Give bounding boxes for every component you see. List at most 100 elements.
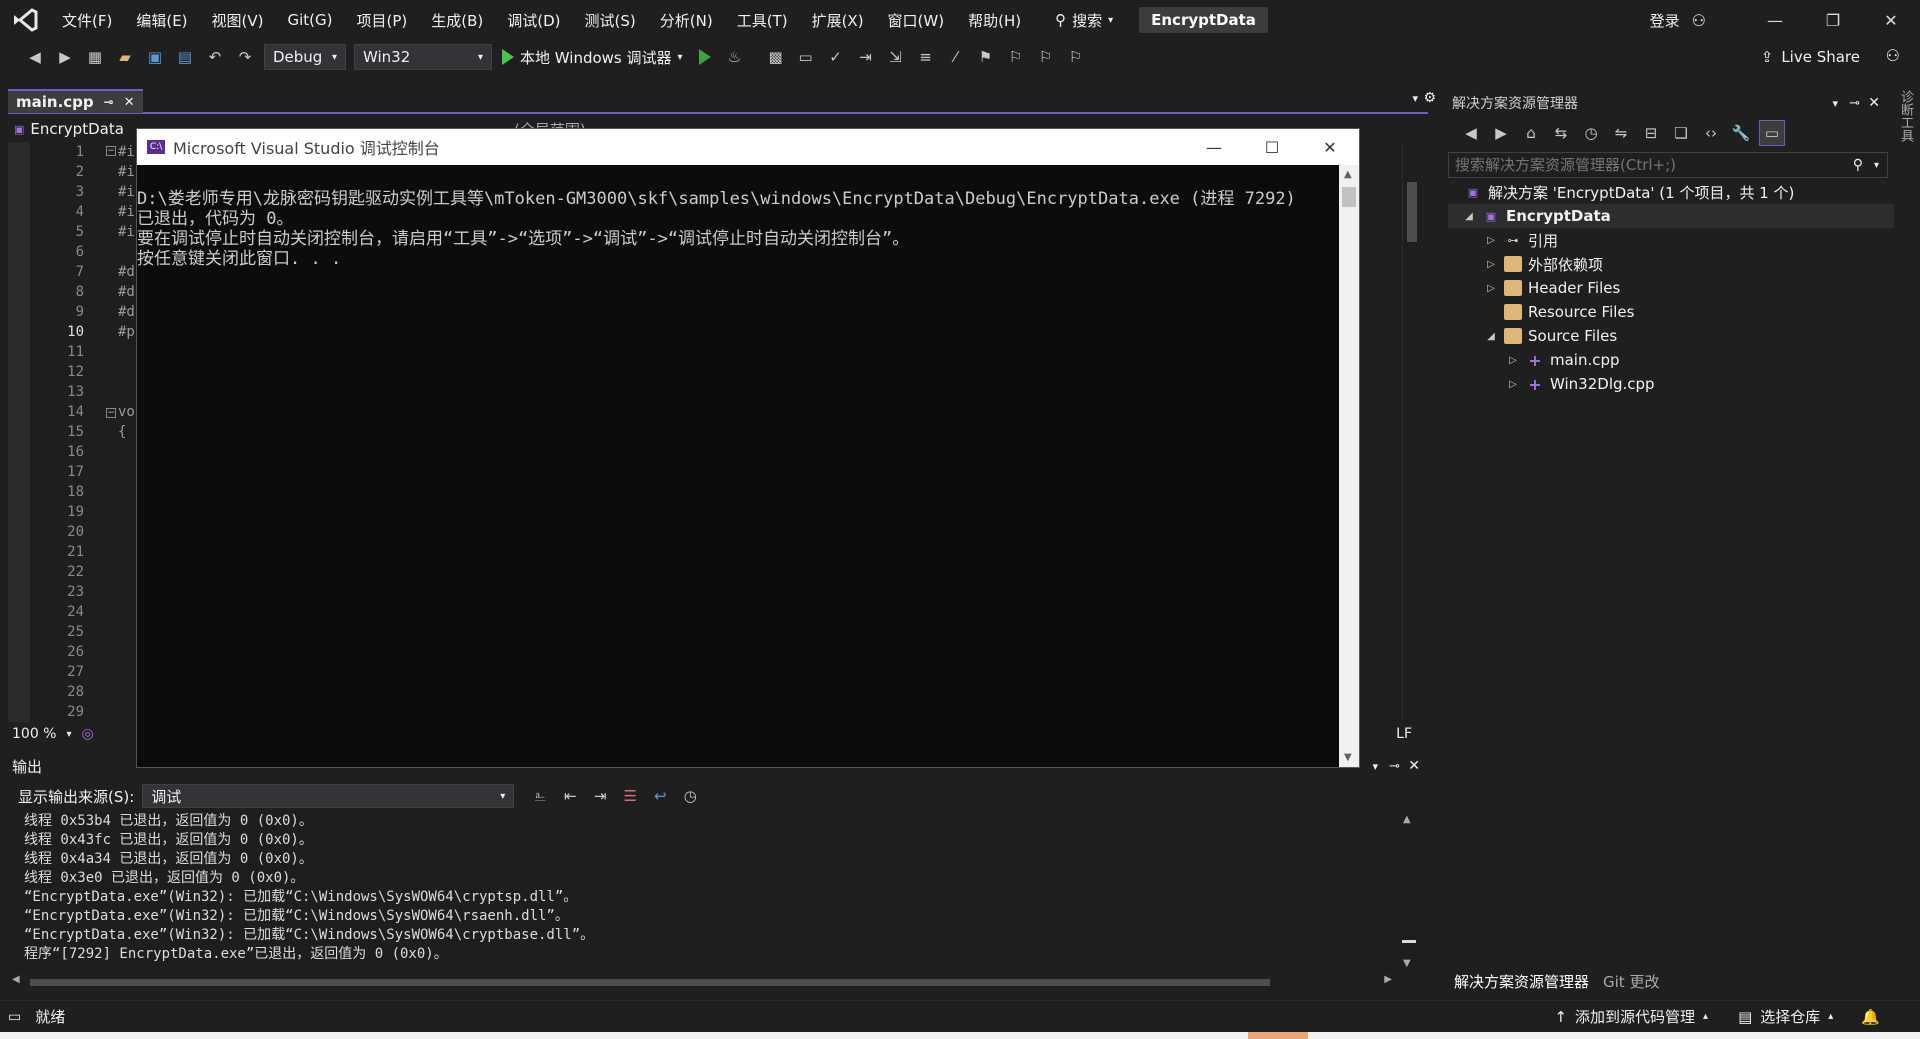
output-source-select[interactable]: 调试 ▾ <box>142 784 515 808</box>
tree-item-external-deps[interactable]: ▷ 外部依赖项 <box>1484 252 1603 276</box>
forward-icon[interactable]: ▶ <box>53 45 77 69</box>
forward-icon[interactable]: ▶ <box>1489 121 1513 145</box>
collapsed-caret-icon[interactable]: ▷ <box>1506 355 1520 366</box>
menu-item[interactable]: 工具(T) <box>725 10 800 31</box>
word-wrap-icon[interactable]: ↩ <box>648 784 672 808</box>
home-icon[interactable]: ⌂ <box>1519 121 1543 145</box>
next-message-icon[interactable]: ⇥ <box>588 784 612 808</box>
line-ending-indicator[interactable]: LF <box>1396 726 1412 742</box>
select-repo-button[interactable]: 选择仓库 <box>1760 1006 1820 1027</box>
close-icon[interactable]: ✕ <box>124 95 135 110</box>
feedback-icon[interactable]: ⚇ <box>1886 46 1900 65</box>
collapse-all-icon[interactable]: ⊟ <box>1639 121 1663 145</box>
tab-list-dropdown-icon[interactable]: ▾ <box>1412 92 1418 105</box>
prev-message-icon[interactable]: ⇤ <box>558 784 582 808</box>
clear-all-icon[interactable]: ☰ <box>618 784 642 808</box>
search-button[interactable]: ⚲ 搜索 ▾ <box>1043 10 1125 31</box>
tree-item-header-files[interactable]: ▷ Header Files <box>1484 276 1620 300</box>
bookmark-clear-icon[interactable]: ⚐ <box>1064 45 1088 69</box>
add-source-control-button[interactable]: 添加到源代码管理 <box>1575 1006 1695 1027</box>
console-minimize-button[interactable]: — <box>1185 129 1243 165</box>
debug-console-window[interactable]: C:\ Microsoft Visual Studio 调试控制台 — ☐ ✕ … <box>136 128 1360 768</box>
tree-item-solution[interactable]: ▣ 解决方案 'EncryptData' (1 个项目，共 1 个) <box>1464 180 1795 204</box>
solution-explorer-search[interactable]: ⚲ ▾ <box>1448 152 1888 178</box>
layout-icon[interactable]: ▭ <box>794 45 818 69</box>
search-icon[interactable]: ⚲ <box>1853 157 1863 173</box>
back-icon[interactable]: ◀ <box>1459 121 1483 145</box>
minimize-button[interactable]: — <box>1746 0 1804 40</box>
menu-item[interactable]: 窗口(W) <box>876 10 957 31</box>
console-maximize-button[interactable]: ☐ <box>1243 129 1301 165</box>
chevron-down-icon[interactable]: ▾ <box>1372 760 1378 773</box>
outline-collapse-icon[interactable]: − <box>106 408 116 418</box>
outline-collapse-icon[interactable]: − <box>106 146 116 156</box>
settings-icon[interactable]: ⚙ <box>1423 90 1436 106</box>
show-all-files-icon[interactable]: ❏ <box>1669 121 1693 145</box>
chevron-down-icon[interactable]: ▾ <box>1874 160 1879 171</box>
bell-icon[interactable]: 🔔 <box>1861 1008 1880 1026</box>
project-nav-select[interactable]: ▣ EncryptData <box>8 120 124 138</box>
menu-item[interactable]: 视图(V) <box>200 10 276 31</box>
sync-icon[interactable]: ⇋ <box>1609 121 1633 145</box>
new-project-icon[interactable]: ▦ <box>83 45 107 69</box>
platform-select[interactable]: Win32 ▾ <box>354 44 492 70</box>
live-share-button[interactable]: ⇪ Live Share <box>1761 40 1860 74</box>
menu-item[interactable]: 编辑(E) <box>124 10 199 31</box>
close-icon[interactable]: ✕ <box>1408 758 1420 774</box>
solution-explorer-icon[interactable]: ▩ <box>764 45 788 69</box>
collapsed-caret-icon[interactable]: ▷ <box>1484 283 1498 294</box>
close-button[interactable]: ✕ <box>1862 0 1920 40</box>
code-view-icon[interactable]: ‹› <box>1699 121 1723 145</box>
configuration-select[interactable]: Debug ▾ <box>264 44 346 70</box>
open-folder-icon[interactable]: ▰ <box>113 45 137 69</box>
bookmark-prev-icon[interactable]: ⚐ <box>1004 45 1028 69</box>
console-output[interactable]: D:\娄老师专用\龙脉密码钥匙驱动实例工具等\mToken-GM3000\skf… <box>137 165 1339 767</box>
save-all-icon[interactable]: ▤ <box>173 45 197 69</box>
preview-icon[interactable]: ▭ <box>1759 120 1785 146</box>
chevron-down-icon[interactable]: ▾ <box>1832 97 1838 110</box>
diagnostics-side-rail[interactable]: 诊断工具 <box>1890 84 1920 284</box>
save-icon[interactable]: ▣ <box>143 45 167 69</box>
output-vertical-scrollbar[interactable]: ▲ ▼ <box>1398 812 1420 972</box>
menu-item[interactable]: 分析(N) <box>648 10 725 31</box>
hot-reload-icon[interactable]: ♨ <box>723 45 747 69</box>
health-icon[interactable]: ◎ <box>82 726 94 742</box>
start-without-debugging-icon[interactable] <box>693 45 717 69</box>
tree-item-references[interactable]: ▷ ⊶ 引用 <box>1484 228 1558 252</box>
zoom-level[interactable]: 100 % <box>12 726 56 742</box>
tree-item-win32dlg-cpp[interactable]: ▷ + Win32Dlg.cpp <box>1506 372 1654 396</box>
tree-item-source-files[interactable]: ◢ Source Files <box>1484 324 1617 348</box>
pin-icon[interactable]: ⊸ <box>1849 96 1860 111</box>
output-horizontal-scrollbar[interactable]: ◀ ▶ <box>8 974 1420 990</box>
timestamp-icon[interactable]: ◷ <box>678 784 702 808</box>
comment-icon[interactable]: ⁄ <box>944 45 968 69</box>
editor-vertical-scrollbar[interactable] <box>1402 142 1420 722</box>
menu-item[interactable]: Git(G) <box>276 11 345 29</box>
expanded-caret-icon[interactable]: ◢ <box>1462 211 1476 222</box>
undo-icon[interactable]: ↶ <box>203 45 227 69</box>
start-debugging-button[interactable]: 本地 Windows 调试器 ▾ <box>502 47 683 68</box>
menu-item[interactable]: 生成(B) <box>419 10 495 31</box>
pending-changes-icon[interactable]: ◷ <box>1579 121 1603 145</box>
tab-main-cpp[interactable]: main.cpp ⊸ ✕ <box>8 89 143 113</box>
account-icon[interactable]: ⚇ <box>1692 11 1706 30</box>
tree-item-project[interactable]: ◢ ▣ EncryptData <box>1448 204 1894 228</box>
menu-item[interactable]: 帮助(H) <box>956 10 1033 31</box>
bookmark-icon[interactable]: ⚑ <box>974 45 998 69</box>
console-scroll-thumb[interactable] <box>1342 187 1356 207</box>
tree-item-main-cpp[interactable]: ▷ + main.cpp <box>1506 348 1619 372</box>
collapsed-caret-icon[interactable]: ▷ <box>1484 259 1498 270</box>
step-into-icon[interactable]: ⇥ <box>854 45 878 69</box>
menu-item[interactable]: 测试(S) <box>573 10 648 31</box>
notification-icon[interactable]: ▭ <box>8 1009 21 1025</box>
diagnostics-rail-label[interactable]: 诊断工具 <box>1896 90 1915 142</box>
console-title-bar[interactable]: C:\ Microsoft Visual Studio 调试控制台 — ☐ ✕ <box>137 129 1359 165</box>
menu-item[interactable]: 调试(D) <box>495 10 572 31</box>
expanded-caret-icon[interactable]: ◢ <box>1484 331 1498 342</box>
indent-icon[interactable]: ≡ <box>914 45 938 69</box>
spell-check-icon[interactable]: ✓ <box>824 45 848 69</box>
console-vertical-scrollbar[interactable]: ▲ ▼ <box>1339 165 1359 767</box>
collapsed-caret-icon[interactable]: ▷ <box>1506 379 1520 390</box>
switch-views-icon[interactable]: ⇆ <box>1549 121 1573 145</box>
redo-icon[interactable]: ↷ <box>233 45 257 69</box>
